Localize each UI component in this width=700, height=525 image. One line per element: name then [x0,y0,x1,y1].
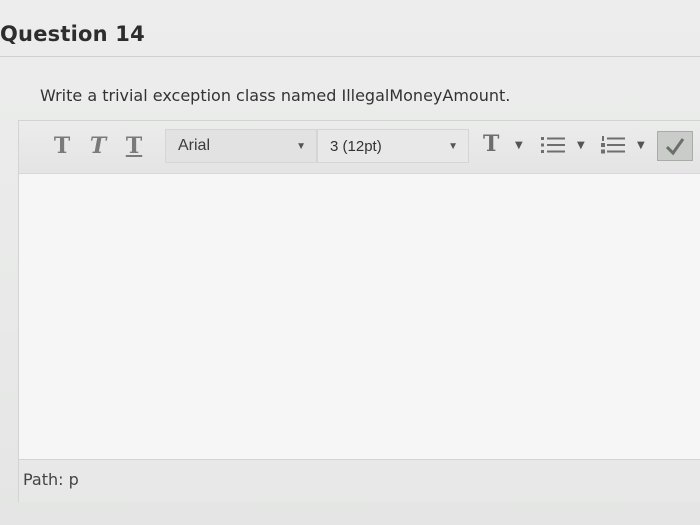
text-color-button[interactable]: T ▼ [479,129,531,161]
answer-text-area[interactable] [19,174,700,459]
question-prompt: Write a trivial exception class named Il… [40,86,511,105]
element-path: Path: p [23,470,79,489]
question-page: Question 14 Write a trivial exception cl… [0,0,700,525]
bullet-list-button[interactable]: ▼ [537,129,589,161]
question-header: Question 14 [0,12,700,57]
bold-button[interactable]: T [49,131,75,161]
font-family-value: Arial [178,137,211,154]
chevron-down-icon: ▼ [448,141,458,152]
chevron-down-icon: ▼ [296,141,306,152]
font-size-select[interactable]: 3 (12pt) ▼ [317,129,469,163]
numbered-list-button[interactable]: ▼ [597,129,649,161]
editor-toolbar: T T T Arial ▼ 3 (12pt) ▼ T ▼ ▼ ▼ [19,121,700,174]
numbered-list-icon [601,136,625,154]
spellcheck-icon [665,138,685,156]
chevron-down-icon: ▼ [515,140,523,151]
bullet-list-icon [541,137,565,153]
italic-button[interactable]: T [85,131,111,161]
font-family-select[interactable]: Arial ▼ [165,129,317,163]
chevron-down-icon: ▼ [637,140,645,151]
question-title: Question 14 [0,22,145,46]
underline-button[interactable]: T [121,131,147,161]
text-color-icon: T [483,131,500,157]
rich-text-editor: T T T Arial ▼ 3 (12pt) ▼ T ▼ ▼ ▼ Path: p [18,120,700,502]
editor-status-bar: Path: p [19,459,700,502]
font-size-value: 3 (12pt) [330,138,382,155]
chevron-down-icon: ▼ [577,140,585,151]
spellcheck-button[interactable] [657,131,693,161]
